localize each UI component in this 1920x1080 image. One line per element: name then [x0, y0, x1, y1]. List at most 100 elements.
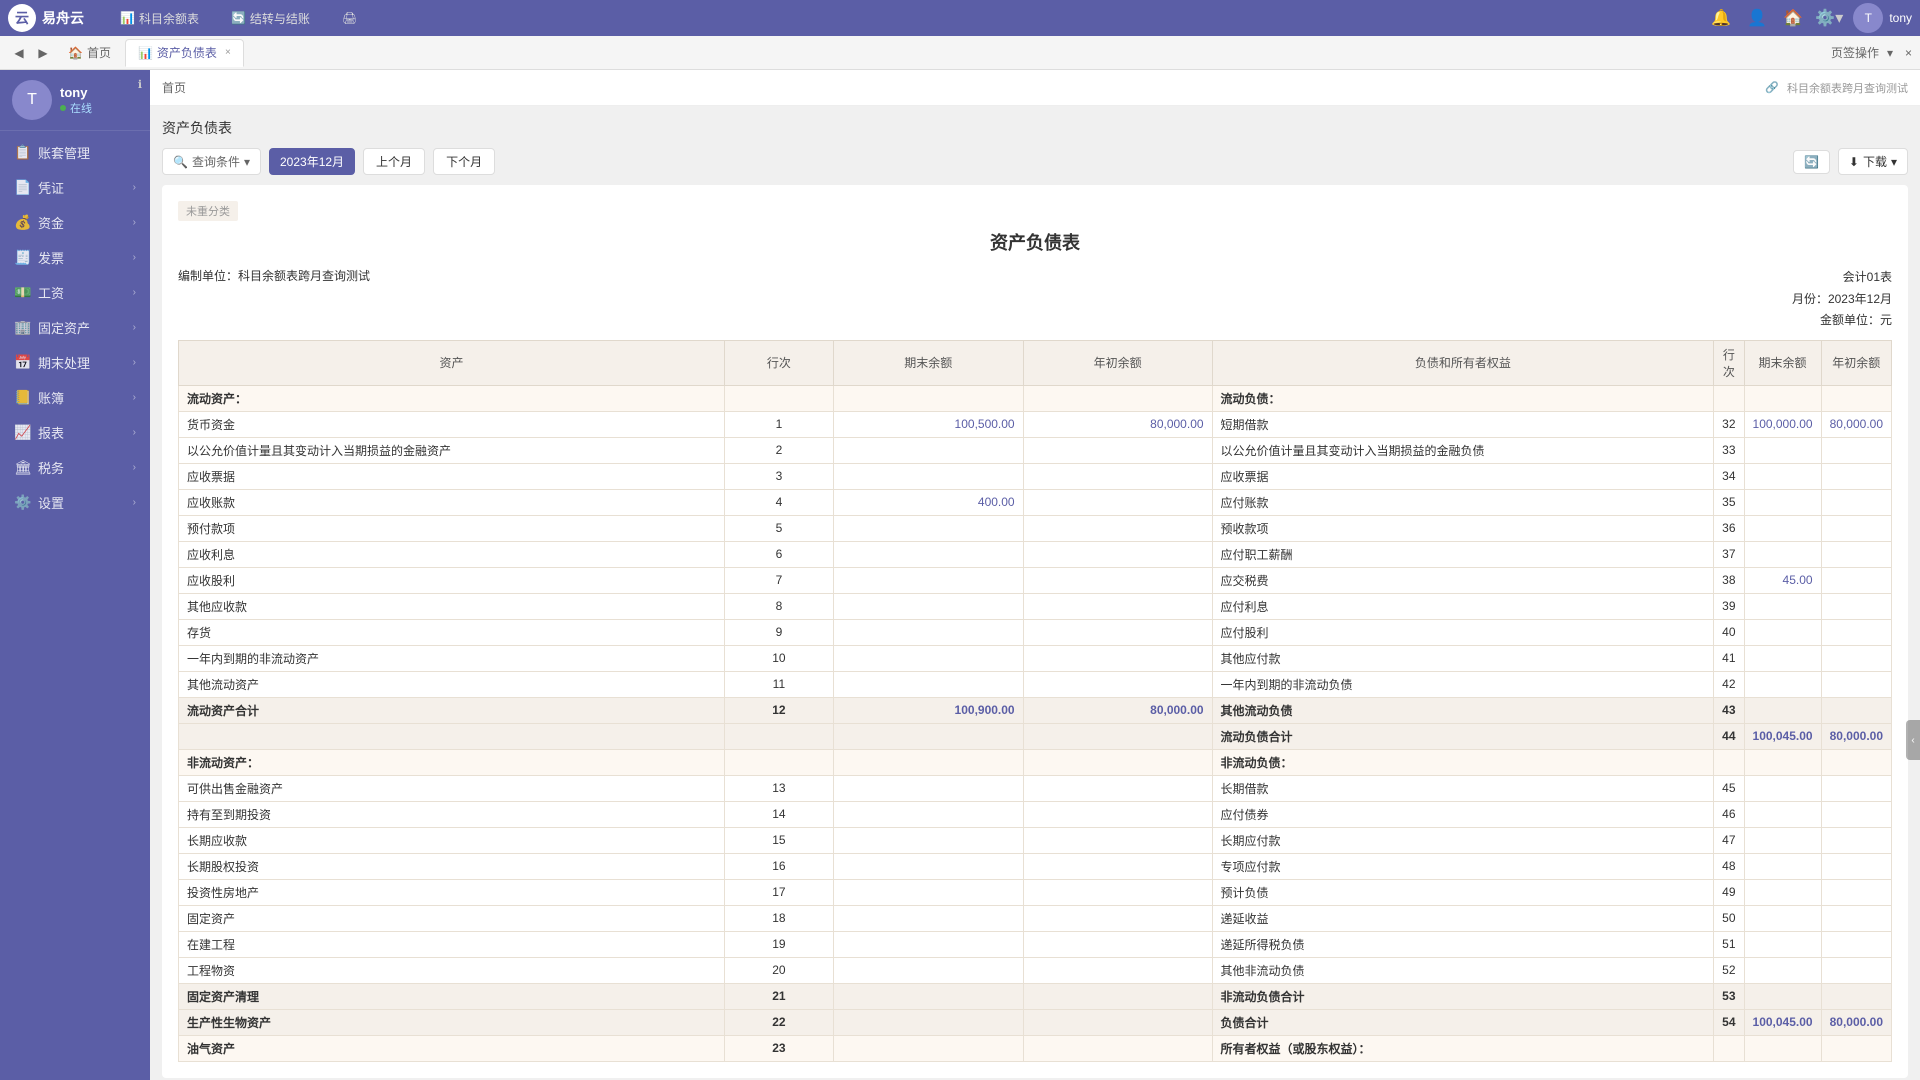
- filter-condition-btn[interactable]: 🔍 查询条件 ▾: [162, 148, 261, 175]
- right-end-balance: 45.00: [1744, 567, 1821, 593]
- left-row-num: 19: [724, 931, 833, 957]
- left-end-balance: [833, 1009, 1023, 1035]
- user-info[interactable]: T tony: [1853, 3, 1912, 33]
- tab-home[interactable]: 🏠 首页: [56, 39, 123, 67]
- tab-prev-btn[interactable]: ◀: [8, 42, 30, 64]
- left-label: 固定资产清理: [179, 983, 725, 1009]
- left-label: 存货: [179, 619, 725, 645]
- left-label: 油气资产: [179, 1035, 725, 1061]
- app-logo[interactable]: 云 易舟云: [8, 4, 84, 32]
- sidebar-item-reports[interactable]: 📈 报表 ›: [0, 415, 150, 450]
- left-label: 投资性房地产: [179, 879, 725, 905]
- left-year-begin: [1023, 931, 1212, 957]
- sidebar-item-salary[interactable]: 💵 工资 ›: [0, 275, 150, 310]
- right-end-balance: [1744, 879, 1821, 905]
- tab-more-btn[interactable]: 页签操作 ▾ ×: [1831, 44, 1912, 61]
- menu-print[interactable]: 🖨: [334, 7, 365, 29]
- right-row-num: 40: [1714, 619, 1744, 645]
- right-label: 应付职工薪酬: [1212, 541, 1714, 567]
- table-row: 流动资产合计 12 100,900.00 80,000.00 其他流动负债 43: [179, 697, 1892, 723]
- settings-dropdown-icon[interactable]: ⚙️▾: [1817, 6, 1841, 30]
- chevron-right-icon-7: ›: [133, 392, 136, 403]
- prev-month-btn[interactable]: 上个月: [363, 148, 425, 175]
- info-icon[interactable]: ℹ: [138, 78, 142, 91]
- toolbar-right: 🔄 ⬇ 下载 ▾: [1793, 148, 1908, 175]
- left-row-num: 13: [724, 775, 833, 801]
- right-label: 以公允价值计量且其变动计入当期损益的金融负债: [1212, 437, 1714, 463]
- right-year-begin: 80,000.00: [1821, 411, 1891, 437]
- table-row: 固定资产 18 递延收益 50: [179, 905, 1892, 931]
- sidebar: T tony 在线 ℹ 📋 账套管理 📄 凭证 › 💰: [0, 70, 150, 1080]
- tab-next-btn[interactable]: ▶: [32, 42, 54, 64]
- left-row-num: 8: [724, 593, 833, 619]
- right-row-num: 38: [1714, 567, 1744, 593]
- table-row: 长期股权投资 16 专项应付款 48: [179, 853, 1892, 879]
- sidebar-item-funds[interactable]: 💰 资金 ›: [0, 205, 150, 240]
- user-icon[interactable]: 👤: [1745, 6, 1769, 30]
- right-year-begin: [1821, 697, 1891, 723]
- not-assigned-label: 未重分类: [178, 201, 1892, 229]
- sidebar-item-tax[interactable]: 🏛 税务 ›: [0, 450, 150, 485]
- left-end-balance: [833, 723, 1023, 749]
- breadcrumb-home[interactable]: 首页: [162, 79, 186, 96]
- right-year-begin: [1821, 827, 1891, 853]
- col-end-balance2: 期末余额: [1744, 340, 1821, 385]
- left-year-begin: [1023, 463, 1212, 489]
- table-row: 预付款项 5 预收款项 36: [179, 515, 1892, 541]
- download-btn[interactable]: ⬇ 下载 ▾: [1838, 148, 1908, 175]
- right-end-balance: [1744, 983, 1821, 1009]
- right-end-balance: 100,000.00: [1744, 411, 1821, 437]
- left-row-num: 4: [724, 489, 833, 515]
- left-label: 应收票据: [179, 463, 725, 489]
- right-end-balance: [1744, 853, 1821, 879]
- tab-close-all-btn[interactable]: ×: [1905, 46, 1912, 60]
- left-year-begin: [1023, 827, 1212, 853]
- tab-close-btn[interactable]: ×: [225, 47, 231, 58]
- right-row-num: 37: [1714, 541, 1744, 567]
- left-end-balance: 100,900.00: [833, 697, 1023, 723]
- right-row-num: 49: [1714, 879, 1744, 905]
- right-end-balance: 100,045.00: [1744, 1009, 1821, 1035]
- reports-icon: 📈: [14, 424, 30, 441]
- menu-subject-balance[interactable]: 📊 科目余额表: [112, 6, 207, 31]
- menu-carry-forward[interactable]: 🔄 结转与结账: [223, 6, 318, 31]
- left-row-num: 11: [724, 671, 833, 697]
- user-panel-name: tony: [60, 85, 138, 100]
- left-end-balance: [833, 983, 1023, 1009]
- notification-icon[interactable]: 🔔: [1709, 6, 1733, 30]
- left-label: 长期应收款: [179, 827, 725, 853]
- sidebar-item-voucher[interactable]: 📄 凭证 ›: [0, 170, 150, 205]
- table-row: 存货 9 应付股利 40: [179, 619, 1892, 645]
- table-row: 生产性生物资产 22 负债合计 54 100,045.00 80,000.00: [179, 1009, 1892, 1035]
- left-end-balance: [833, 957, 1023, 983]
- left-end-balance: [833, 905, 1023, 931]
- hint-text: 科目余额表跨月查询测试: [1787, 80, 1908, 96]
- right-year-begin: [1821, 957, 1891, 983]
- sidebar-item-invoice[interactable]: 🧾 发票 ›: [0, 240, 150, 275]
- left-row-num: 5: [724, 515, 833, 541]
- right-end-balance: [1744, 437, 1821, 463]
- left-label: 非流动资产：: [179, 749, 725, 775]
- chevron-right-icon-10: ›: [133, 497, 136, 508]
- refresh-btn[interactable]: 🔄: [1793, 150, 1830, 174]
- col-liabilities: 负债和所有者权益: [1212, 340, 1714, 385]
- right-end-balance: [1744, 619, 1821, 645]
- left-year-begin: [1023, 541, 1212, 567]
- sidebar-item-ledger[interactable]: 📒 账簿 ›: [0, 380, 150, 415]
- amount-unit: 金额单位：元: [1792, 310, 1892, 332]
- tab-balance-sheet[interactable]: 📊 资产负债表 ×: [125, 39, 244, 67]
- sidebar-item-fixed-assets[interactable]: 🏢 固定资产 ›: [0, 310, 150, 345]
- sidebar-item-period-end[interactable]: 📅 期末处理 ›: [0, 345, 150, 380]
- col-year-begin2: 年初余额: [1821, 340, 1891, 385]
- right-row-num: 52: [1714, 957, 1744, 983]
- sidebar-item-settings[interactable]: ⚙️ 设置 ›: [0, 485, 150, 520]
- home-icon[interactable]: 🏠: [1781, 6, 1805, 30]
- left-end-balance: [833, 567, 1023, 593]
- left-row-num: 23: [724, 1035, 833, 1061]
- left-label: 预付款项: [179, 515, 725, 541]
- current-month-btn[interactable]: 2023年12月: [269, 148, 355, 175]
- right-year-begin: 80,000.00: [1821, 1009, 1891, 1035]
- sidebar-item-account-management[interactable]: 📋 账套管理: [0, 135, 150, 170]
- tab-home-label: 首页: [87, 44, 111, 61]
- next-month-btn[interactable]: 下个月: [433, 148, 495, 175]
